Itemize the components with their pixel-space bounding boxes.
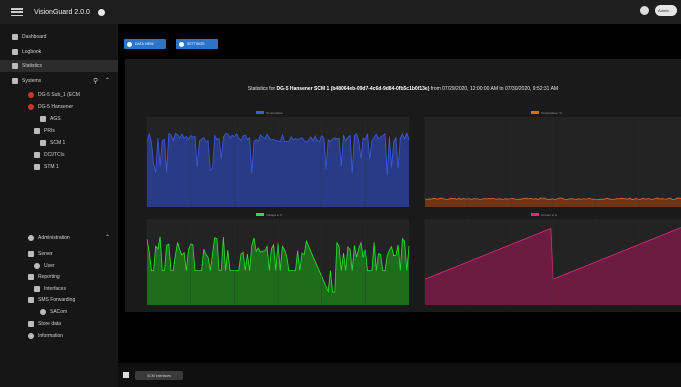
legend-swatch[interactable] (531, 111, 539, 114)
collapse-icon[interactable]: ⌃ (105, 77, 110, 84)
legend-swatch[interactable] (531, 213, 539, 216)
alarm-icon (28, 104, 34, 110)
settings-icon (179, 41, 184, 47)
admin-item-store-data[interactable]: Store data (28, 321, 61, 327)
admin-item-information[interactable]: Information (28, 333, 63, 339)
sidebar-item-label: Systems (22, 78, 42, 84)
search-icon[interactable]: ⚲ (93, 77, 98, 85)
admin-item-label: User (44, 263, 55, 269)
alarm-icon (28, 92, 34, 98)
legend-swatch[interactable] (256, 111, 264, 114)
tree-item-dg5-sub[interactable]: DG-5 Sub_1 (ECM (28, 92, 80, 98)
logbook-icon (12, 49, 18, 55)
admin-item-user[interactable]: User (34, 263, 55, 269)
tree-item-stm1[interactable]: STM 1 (34, 164, 59, 170)
admin-item-interfaces[interactable]: Interfaces (34, 286, 66, 292)
device-icon (34, 128, 40, 134)
device-icon (40, 116, 46, 122)
legend-swatch[interactable] (256, 213, 264, 216)
device-icon (40, 140, 46, 146)
admin-item-label: SACom (50, 309, 68, 315)
admin-item-label: SMS Forwarding (38, 297, 76, 303)
sidebar-item-label: Administration (38, 235, 70, 241)
chart-icon (127, 41, 132, 47)
button-label: DATA VIEW (135, 42, 154, 46)
button-label: SETTINGS (187, 42, 205, 46)
server-icon (28, 251, 34, 257)
settings-button[interactable]: SETTINGS (176, 39, 218, 49)
scm-interfaces-tab[interactable]: SCM Interfaces (135, 371, 183, 380)
sms-icon (28, 297, 34, 303)
tree-item-pris[interactable]: PRIs (34, 128, 55, 134)
admin-item-sms-forwarding[interactable]: SMS Forwarding (28, 297, 75, 303)
admin-item-server[interactable]: Server (28, 251, 53, 257)
dashboard-icon (12, 34, 18, 40)
database-icon (28, 321, 34, 327)
charts-canvas: Temperature Temperature °C Voltage in V Cur… (146, 111, 681, 305)
sidebar-item-logbook[interactable]: Logbook (12, 49, 41, 55)
gear-icon (28, 235, 34, 241)
tree-item-scm1[interactable]: SCM 1 (40, 140, 65, 146)
collapse-icon[interactable]: ⌃ (105, 234, 110, 241)
interface-icon (123, 372, 129, 378)
sidebar-item-label: Logbook (22, 49, 42, 55)
admin-item-label: Interfaces (44, 286, 66, 292)
device-icon (34, 152, 40, 158)
sidebar-item-dashboard[interactable]: Dashboard (12, 34, 46, 40)
admin-item-label: Reporting (38, 274, 60, 280)
legend-label: Voltage in V (266, 213, 282, 217)
sidebar-item-administration[interactable]: Administration (28, 235, 70, 241)
tree-item-label: DG-5 Sub_1 (ECM (38, 92, 80, 98)
app-title: VisionGuard 2.0.0 (34, 8, 90, 16)
sidebar-item-systems[interactable]: Systems (12, 78, 41, 84)
tree-item-dci[interactable]: DCI/TCIs (34, 152, 65, 158)
sidebar: Dashboard Logbook Statistics Systems ⚲ ⌃… (0, 24, 118, 387)
menu-icon[interactable] (10, 5, 24, 19)
tree-item-label: SCM 1 (50, 140, 66, 146)
sidebar-item-label: Statistics (22, 63, 43, 69)
admin-item-label: Store data (38, 321, 62, 327)
theme-toggle-icon[interactable] (640, 6, 649, 15)
admin-item-sacom[interactable]: SACom (40, 309, 67, 315)
admin-item-label: Server (38, 251, 53, 257)
statistics-icon (12, 63, 18, 69)
status-icon (97, 8, 105, 16)
user-icon (34, 263, 40, 269)
reporting-icon (28, 274, 34, 280)
tree-item-ags[interactable]: AGS (40, 116, 61, 122)
tree-item-label: DG-5 Hansener (38, 104, 74, 110)
legend-label: Current in A (541, 213, 557, 217)
info-icon (28, 333, 34, 339)
interfaces-icon (34, 286, 40, 292)
tree-item-dg5-hansener[interactable]: DG-5 Hansener (28, 104, 73, 110)
admin-item-label: Information (38, 333, 64, 339)
bottom-bar: SCM Interfaces (118, 363, 681, 387)
statistics-panel: Statistics for DG-5 Hansener SCM 1 (b480… (125, 59, 681, 312)
top-bar: VisionGuard 2.0.0 Admin (0, 0, 681, 24)
gear-icon (40, 309, 46, 315)
user-menu-button[interactable]: Admin (655, 5, 677, 16)
data-view-button[interactable]: DATA VIEW (124, 39, 166, 49)
tree-item-label: DCI/TCIs (44, 152, 65, 158)
systems-icon (12, 78, 18, 84)
sidebar-item-label: Dashboard (22, 34, 47, 40)
main-content: DATA VIEW SETTINGS Statistics for DG-5 H… (118, 24, 681, 387)
device-icon (34, 164, 40, 170)
tree-item-label: STM 1 (44, 164, 59, 170)
sidebar-item-statistics[interactable]: Statistics (12, 63, 42, 69)
tree-item-label: AGS (50, 116, 61, 122)
admin-item-reporting[interactable]: Reporting (28, 274, 60, 280)
tree-item-label: PRIs (44, 128, 55, 134)
legend-label: Temperature (266, 111, 283, 115)
legend-label: Temperature °C (541, 111, 563, 115)
